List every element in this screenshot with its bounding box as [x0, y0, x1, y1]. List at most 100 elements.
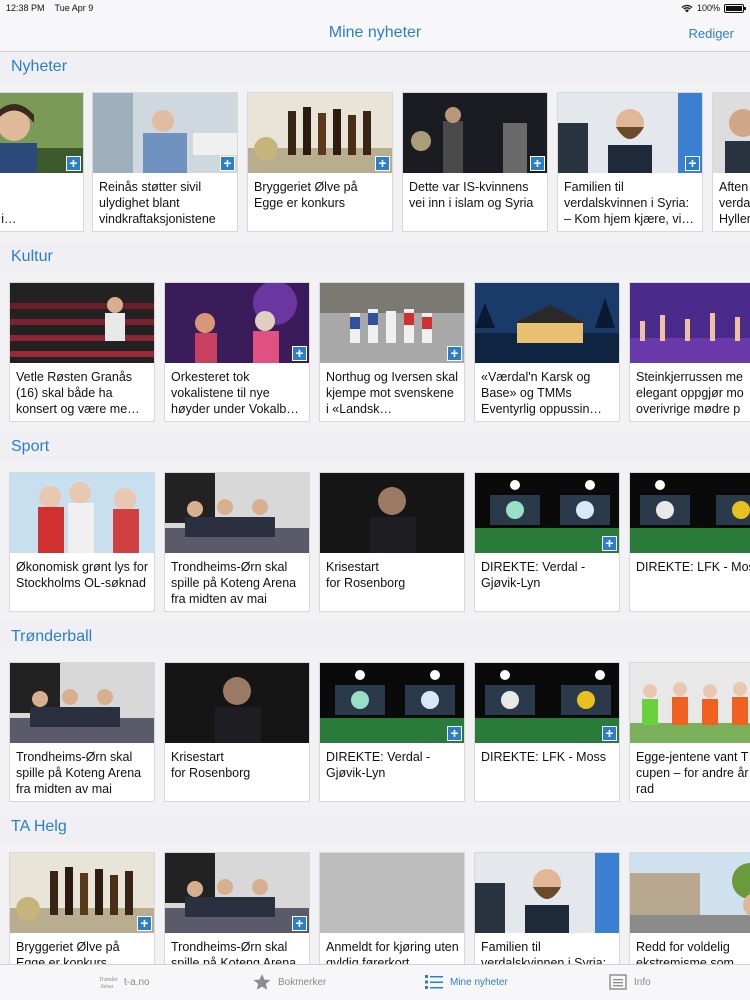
article-headline: Bryggeriet Ølve på Egge er konkurs: [254, 180, 358, 210]
tab-ta-no[interactable]: Trønder Avisa t-a.no: [98, 973, 150, 991]
plus-icon: +: [137, 916, 152, 931]
article-headline: voldelig me som S-sakene i…: [1, 212, 17, 226]
article-headline: Aften verda Hyller: [719, 180, 750, 226]
news-card[interactable]: Steinkjerrussen me elegant oppgjør mo ov…: [629, 282, 750, 422]
battery-percent: 100%: [696, 3, 720, 13]
article-headline: DIREKTE: Verdal - Gjøvik-Lyn: [481, 560, 586, 590]
news-card[interactable]: + Dette var IS-kvinnens vei inn i islam o…: [402, 92, 548, 232]
plus-icon: +: [530, 156, 545, 171]
news-card[interactable]: DIREKTE: LFK - Mos: [629, 472, 750, 612]
plus-icon: +: [220, 156, 235, 171]
news-card[interactable]: Anmeldt for kjøring uten gyldig førerkor…: [319, 852, 465, 964]
svg-text:Trønder: Trønder: [99, 977, 118, 983]
article-headline: Bryggeriet Ølve på Egge er konkurs: [16, 940, 120, 964]
article-headline: Trondheims-Ørn skal spille på Koteng Are…: [16, 750, 142, 796]
article-thumbnail: [630, 473, 750, 553]
news-card[interactable]: + Bryggeriet Ølve på Egge er konkurs: [9, 852, 155, 964]
tab-label: Info: [634, 976, 651, 988]
article-headline: Redd for voldelig ekstremisme som: [636, 940, 734, 964]
news-card[interactable]: + DIREKTE: LFK - Moss: [474, 662, 620, 802]
article-thumbnail: [630, 283, 750, 363]
plus-icon: +: [602, 726, 617, 741]
section-kultur: Kultur Vetle Røsten Granås (16) skal både…: [0, 242, 750, 432]
article-headline: DIREKTE: LFK - Moss: [481, 750, 607, 764]
article-thumbnail: [320, 473, 464, 553]
section-title[interactable]: Sport: [11, 438, 49, 456]
tab-label: t-a.no: [124, 976, 150, 988]
plus-icon: +: [66, 156, 81, 171]
news-card[interactable]: + DIREKTE: Verdal - Gjøvik-Lyn: [474, 472, 620, 612]
article-headline: Dette var IS-kvinnens vei inn i islam og…: [409, 180, 534, 210]
tab-bokmerker[interactable]: Bokmerker: [252, 973, 326, 991]
news-card[interactable]: + voldelig me som S-sakene i…: [0, 92, 84, 232]
article-headline: Orkesteret tok vokalistene til nye høyde…: [171, 370, 299, 416]
article-thumbnail: [630, 663, 750, 743]
article-thumbnail: [165, 473, 309, 553]
tab-label: Bokmerker: [278, 976, 327, 988]
section-title[interactable]: Trønderball: [11, 628, 92, 646]
article-headline: Egge-jentene vant T cupen – for andre år…: [636, 750, 749, 796]
news-card[interactable]: Krisestart for Rosenborg: [319, 472, 465, 612]
article-thumbnail: [165, 283, 309, 363]
article-headline: Krisestart for Rosenborg: [171, 750, 251, 780]
news-card[interactable]: Økonomisk grønt lys for Stockholms OL-sø…: [9, 472, 155, 612]
news-card[interactable]: + DIREKTE: Verdal - Gjøvik-Lyn: [319, 662, 465, 802]
news-card[interactable]: «Værdal'n Karsk og Base» og TMMs Eventyr…: [474, 282, 620, 422]
article-headline: DIREKTE: LFK - Mos: [636, 560, 750, 574]
news-card[interactable]: + Trondheims-Ørn skal spille på Koteng Ar…: [164, 852, 310, 964]
page-title: Mine nyheter: [328, 24, 422, 41]
news-card[interactable]: + Familien til verdalskvinnen i Syria: – …: [557, 92, 703, 232]
article-headline: Northug og Iversen skal kjempe mot svens…: [326, 370, 459, 416]
article-thumbnail: [558, 93, 702, 173]
article-headline: Vetle Røsten Granås (16) skal både ha ko…: [16, 370, 140, 416]
tab-info[interactable]: Info: [608, 973, 651, 991]
article-thumbnail: [713, 93, 750, 173]
section-title[interactable]: Kultur: [11, 248, 53, 266]
article-thumbnail: [475, 663, 619, 743]
section-trønderball: Trønderball Trondheims-Ørn skal spille på…: [0, 622, 750, 812]
news-card[interactable]: Aften verda Hyller: [712, 92, 750, 232]
news-card[interactable]: + Northug og Iversen skal kjempe mot sven…: [319, 282, 465, 422]
article-headline: Trondheims-Ørn skal spille på Koteng Are…: [171, 560, 297, 606]
status-bar: 12:38 PM Tue Apr 9 100%: [0, 0, 750, 16]
news-card[interactable]: + Reinås støtter sivil ulydighet blant vi…: [92, 92, 238, 232]
edit-button[interactable]: Rediger: [688, 26, 734, 41]
section-title[interactable]: TA Helg: [11, 818, 67, 836]
article-thumbnail: [10, 853, 154, 933]
news-card[interactable]: Egge-jentene vant T cupen – for andre år…: [629, 662, 750, 802]
plus-icon: +: [685, 156, 700, 171]
plus-icon: +: [447, 346, 462, 361]
trondelag-avisa-logo-icon: TrønderAvisa: [99, 977, 118, 990]
plus-icon: +: [292, 346, 307, 361]
wifi-icon: [681, 4, 693, 12]
tab-bar: Trønder Avisa t-a.no Bokmerker Mine nyhet…: [0, 964, 750, 1000]
news-card[interactable]: Krisestart for Rosenborg: [164, 662, 310, 802]
tab-mine-nyheter[interactable]: Mine nyheter: [424, 973, 508, 991]
news-card[interactable]: Vetle Røsten Granås (16) skal både ha ko…: [9, 282, 155, 422]
list-icon: [425, 975, 443, 989]
article-thumbnail: [403, 93, 547, 173]
news-feed[interactable]: Nyheter + voldelig me som S-sakene i… + Rein…: [0, 52, 750, 964]
news-card[interactable]: Trondheims-Ørn skal spille på Koteng Are…: [9, 662, 155, 802]
plus-icon: +: [447, 726, 462, 741]
article-thumbnail: [10, 473, 154, 553]
news-card[interactable]: Redd for voldelig ekstremisme som: [629, 852, 750, 964]
article-thumbnail: [630, 853, 750, 933]
news-card[interactable]: + Orkesteret tok vokalistene til nye høyd…: [164, 282, 310, 422]
article-thumbnail: [10, 283, 154, 363]
info-icon: [609, 974, 627, 990]
article-headline: Anmeldt for kjøring uten gyldig førerkor…: [326, 940, 459, 964]
section-title[interactable]: Nyheter: [11, 58, 67, 76]
article-thumbnail: [320, 283, 464, 363]
section-ta-helg: TA Helg + Bryggeriet Ølve på Egge er konku…: [0, 812, 750, 964]
article-thumbnail: [320, 853, 464, 933]
news-card[interactable]: + Bryggeriet Ølve på Egge er konkurs: [247, 92, 393, 232]
section-nyheter: Nyheter + voldelig me som S-sakene i… + Rein…: [0, 52, 750, 242]
article-headline: Krisestart for Rosenborg: [326, 560, 406, 590]
article-thumbnail: [475, 853, 619, 933]
news-card[interactable]: Trondheims-Ørn skal spille på Koteng Are…: [164, 472, 310, 612]
article-headline: Familien til verdalskvinnen i Syria: – K…: [564, 180, 694, 226]
news-card[interactable]: Familien til verdalskvinnen i Syria:: [474, 852, 620, 964]
plus-icon: +: [375, 156, 390, 171]
battery-icon: [724, 3, 746, 13]
